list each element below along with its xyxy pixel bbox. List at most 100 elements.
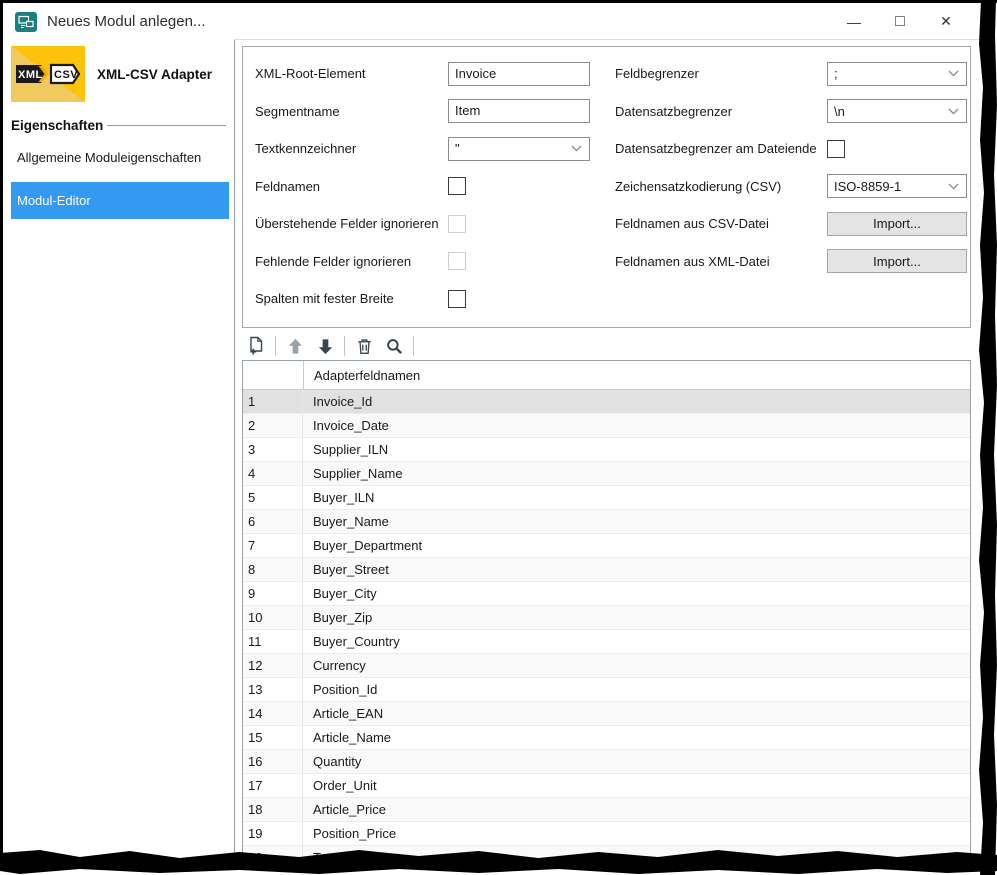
sidebar-item-allgemeine-moduleigenschaften[interactable]: Allgemeine Moduleigenschaften: [17, 150, 228, 165]
section-title: Eigenschaften: [11, 118, 107, 133]
xml-root-element-row: XML-Root-ElementInvoice: [255, 55, 590, 93]
search-icon: [385, 337, 404, 356]
ueberstehende-felder-ignorieren-label: Überstehende Felder ignorieren: [255, 216, 448, 231]
logo-xml-text: XML: [18, 69, 43, 81]
table-row[interactable]: 19Position_Price: [243, 822, 970, 846]
xml-csv-logo: XML CSV: [11, 46, 85, 102]
close-button[interactable]: ✕: [923, 6, 969, 38]
row-name: Quantity: [303, 750, 970, 773]
settings-groupbox: XML-Root-ElementInvoiceSegmentnameItemTe…: [242, 46, 971, 328]
table-row[interactable]: 17Order_Unit: [243, 774, 970, 798]
row-name: Article_Price: [303, 798, 970, 821]
table-row[interactable]: 10Buyer_Zip: [243, 606, 970, 630]
fehlende-felder-ignorieren-row: Fehlende Felder ignorieren: [255, 243, 590, 281]
chevron-down-icon: [948, 70, 959, 77]
datensatzbegrenzer-am-dateiende-checkbox[interactable]: [827, 140, 845, 158]
table-row[interactable]: 11Buyer_Country: [243, 630, 970, 654]
segmentname-input[interactable]: Item: [448, 99, 590, 123]
feldnamen-aus-xml-datei-row: Feldnamen aus XML-DateiImport...: [615, 243, 967, 281]
add-field-button[interactable]: [245, 335, 267, 357]
table-row[interactable]: 16Quantity: [243, 750, 970, 774]
datensatzbegrenzer-label: Datensatzbegrenzer: [615, 104, 827, 119]
properties-section-header: Eigenschaften: [11, 118, 226, 133]
feldnamen-checkbox[interactable]: [448, 177, 466, 195]
row-name: Invoice_Id: [303, 390, 970, 413]
delete-button[interactable]: [353, 335, 375, 357]
search-button[interactable]: [383, 335, 405, 357]
table-row[interactable]: 9Buyer_City: [243, 582, 970, 606]
table-row[interactable]: 14Article_EAN: [243, 702, 970, 726]
row-name: Buyer_Country: [303, 630, 970, 653]
table-row[interactable]: 18Article_Price: [243, 798, 970, 822]
feldnamen-row: Feldnamen: [255, 168, 590, 206]
ueberstehende-felder-ignorieren-checkbox: [448, 215, 466, 233]
screenshot-canvas: Neues Modul anlegen... — □ ✕ XML: [0, 0, 997, 875]
table-row[interactable]: 7Buyer_Department: [243, 534, 970, 558]
row-number: 2: [243, 414, 303, 437]
textkennzeichner-select[interactable]: ": [448, 137, 590, 161]
table-row[interactable]: 6Buyer_Name: [243, 510, 970, 534]
feldnamen-aus-xml-datei-label: Feldnamen aus XML-Datei: [615, 254, 827, 269]
datensatzbegrenzer-select[interactable]: \n: [827, 99, 967, 123]
row-name: Buyer_Zip: [303, 606, 970, 629]
spalten-mit-fester-breite-checkbox[interactable]: [448, 290, 466, 308]
table-row[interactable]: 2Invoice_Date: [243, 414, 970, 438]
table-row[interactable]: 1Invoice_Id: [243, 390, 970, 414]
row-number: 10: [243, 606, 303, 629]
feldnamen-aus-csv-datei-button[interactable]: Import...: [827, 212, 967, 236]
row-number: 17: [243, 774, 303, 797]
row-number: 16: [243, 750, 303, 773]
row-number: 3: [243, 438, 303, 461]
adapter-field-table: Adapterfeldnamen 1Invoice_Id2Invoice_Dat…: [242, 360, 971, 856]
row-name: Order_Unit: [303, 774, 970, 797]
row-name: Position_Id: [303, 678, 970, 701]
table-row[interactable]: 4Supplier_Name: [243, 462, 970, 486]
table-row[interactable]: 12Currency: [243, 654, 970, 678]
row-name: Buyer_Department: [303, 534, 970, 557]
dialog-window: Neues Modul anlegen... — □ ✕ XML: [3, 3, 979, 856]
table-row[interactable]: 15Article_Name: [243, 726, 970, 750]
sidebar-item-modul-editor[interactable]: Modul-Editor: [11, 182, 229, 219]
row-number: 15: [243, 726, 303, 749]
section-rule: [107, 125, 226, 126]
zeichensatzkodierung-csv-select[interactable]: ISO-8859-1: [827, 174, 967, 198]
row-number: 7: [243, 534, 303, 557]
maximize-button[interactable]: □: [877, 6, 923, 38]
move-up-button: [284, 335, 306, 357]
table-row[interactable]: 3Supplier_ILN: [243, 438, 970, 462]
row-name: Buyer_Street: [303, 558, 970, 581]
chevron-down-icon: [948, 108, 959, 115]
segmentname-row: SegmentnameItem: [255, 93, 590, 131]
toolbar-separator: [344, 336, 345, 356]
row-name: Position_Price: [303, 822, 970, 845]
dialog-body: XML CSV XML-CSV Adapter Eigenschaften Al…: [3, 40, 979, 856]
row-number: 4: [243, 462, 303, 485]
xml-root-element-input[interactable]: Invoice: [448, 62, 590, 86]
torn-edge-top: [0, 0, 997, 3]
table-row[interactable]: 13Position_Id: [243, 678, 970, 702]
row-name: Invoice_Date: [303, 414, 970, 437]
table-row[interactable]: 5Buyer_ILN: [243, 486, 970, 510]
row-name: Supplier_Name: [303, 462, 970, 485]
row-number: 1: [243, 390, 303, 413]
adapterfeldnamen-column-header: Adapterfeldnamen: [304, 361, 970, 389]
row-number: 13: [243, 678, 303, 701]
row-name: Buyer_City: [303, 582, 970, 605]
feldbegrenzer-label: Feldbegrenzer: [615, 66, 827, 81]
feldbegrenzer-select[interactable]: ;: [827, 62, 967, 86]
feldnamen-aus-csv-datei-row: Feldnamen aus CSV-DateiImport...: [615, 205, 967, 243]
textkennzeichner-row: Textkennzeichner": [255, 130, 590, 168]
feldnamen-aus-xml-datei-button[interactable]: Import...: [827, 249, 967, 273]
table-row[interactable]: 8Buyer_Street: [243, 558, 970, 582]
move-down-button[interactable]: [314, 335, 336, 357]
row-number: 12: [243, 654, 303, 677]
minimize-button[interactable]: —: [831, 6, 877, 38]
datensatzbegrenzer-row: Datensatzbegrenzer\n: [615, 93, 967, 131]
arrow-down-icon: [316, 337, 335, 356]
sidebar: XML CSV XML-CSV Adapter Eigenschaften Al…: [3, 40, 235, 856]
chevron-down-icon: [948, 183, 959, 190]
zeichensatzkodierung-csv-selected-value: ISO-8859-1: [834, 179, 948, 194]
row-name: Supplier_ILN: [303, 438, 970, 461]
textkennzeichner-selected-value: ": [455, 141, 571, 156]
app-icon: [15, 12, 37, 32]
